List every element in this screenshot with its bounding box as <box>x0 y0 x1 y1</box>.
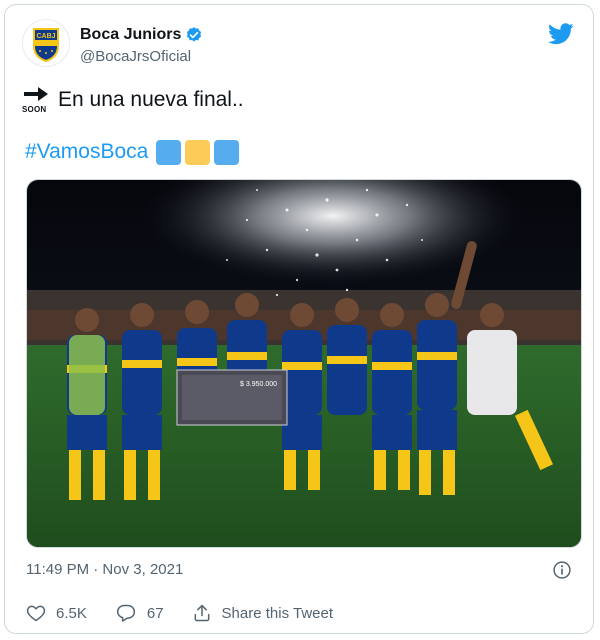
like-count: 6.5K <box>56 604 87 622</box>
yellow-square-icon <box>185 139 211 165</box>
info-icon[interactable] <box>552 560 572 580</box>
crest-text: CABJ <box>36 33 55 40</box>
tweet-photo[interactable]: $ 3.950.000 <box>26 179 582 548</box>
soon-arrow-icon: SOON <box>22 85 50 115</box>
share-button[interactable]: Share this Tweet <box>192 603 333 623</box>
soon-label: SOON <box>22 105 47 114</box>
verified-badge-icon <box>187 27 202 42</box>
avatar[interactable]: CABJ <box>22 19 70 67</box>
reply-count: 67 <box>146 604 164 622</box>
hashtag-line: #VamosBoca <box>25 137 243 167</box>
hashtag-link[interactable]: #VamosBoca <box>25 140 148 164</box>
share-label: Share this Tweet <box>221 604 333 622</box>
tweet-text-line: SOON En una nueva final.. <box>22 83 576 117</box>
team-celebration-photo: $ 3.950.000 <box>27 180 581 547</box>
like-button[interactable]: 6.5K <box>26 603 87 623</box>
display-name: Boca Juniors <box>80 26 182 43</box>
tweet-card[interactable]: CABJ Boca Juniors @BocaJrsOficial SOON E… <box>4 4 594 634</box>
blue-square-icon <box>156 139 182 165</box>
reply-bubble-icon <box>116 604 135 622</box>
timestamp-row: 11:49 PM · Nov 3, 2021 <box>26 560 572 582</box>
arrow-right-icon <box>24 87 48 101</box>
tweet-header: CABJ Boca Juniors @BocaJrsOficial <box>22 19 576 69</box>
boca-crest-icon: CABJ <box>33 28 59 63</box>
blue-square-icon <box>214 139 240 165</box>
tweet-text: En una nueva final.. <box>58 88 244 111</box>
twitter-bird-icon[interactable] <box>548 23 574 45</box>
author-name-link[interactable]: Boca Juniors <box>80 25 203 45</box>
check-amount: $ 3.950.000 <box>240 381 277 388</box>
reply-button[interactable]: 67 <box>115 603 164 623</box>
author-handle[interactable]: @BocaJrsOficial <box>80 47 203 67</box>
tweet-timestamp[interactable]: 11:49 PM · Nov 3, 2021 <box>26 561 183 578</box>
tweet-actions: 6.5K 67 Share this Tweet <box>26 601 572 625</box>
heart-icon <box>26 605 46 622</box>
share-upload-icon <box>194 604 209 622</box>
